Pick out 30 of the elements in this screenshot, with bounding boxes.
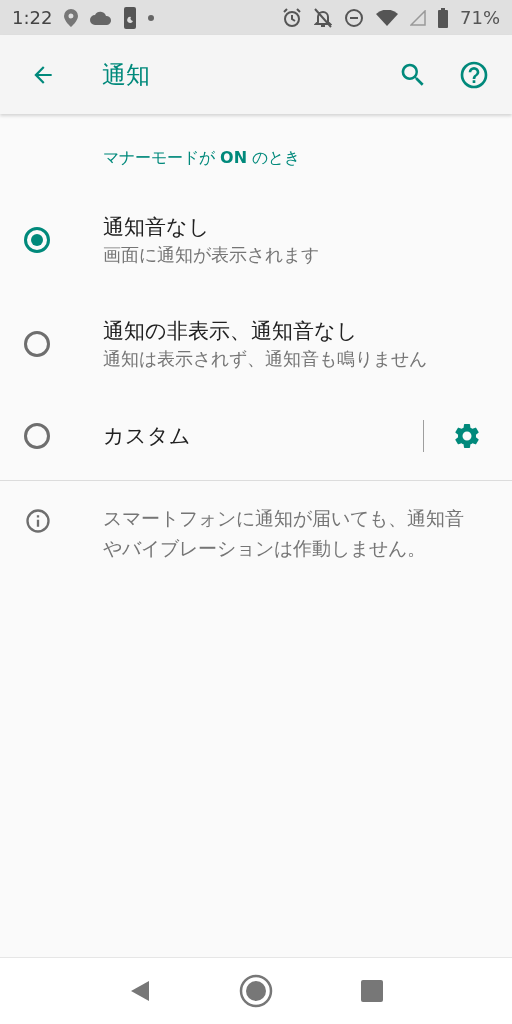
radio-option[interactable]: カスタム	[0, 396, 512, 476]
battery-percent: 71%	[460, 7, 500, 28]
alarm-icon	[282, 7, 302, 28]
home-icon[interactable]	[239, 974, 273, 1008]
section-header: マナーモードが ON のとき	[103, 148, 301, 167]
do-not-disturb-icon	[344, 7, 364, 28]
settings-icon[interactable]	[452, 421, 482, 451]
page-title: 通知	[102, 59, 151, 91]
info-text: スマートフォンに通知が届いても、通知音やバイブレーションは作動しません。	[103, 506, 465, 561]
cell-signal-icon	[410, 9, 426, 26]
radio-button[interactable]	[24, 331, 50, 357]
back-icon[interactable]	[129, 979, 151, 1003]
wifi-icon	[376, 9, 398, 26]
cloud-icon	[90, 10, 113, 25]
radio-button[interactable]	[24, 227, 50, 253]
option-subtitle: 通知は表示されず、通知音も鳴りません	[103, 347, 428, 371]
status-time: 1:22	[12, 7, 53, 28]
radio-option[interactable]: 通知音なし 画面に通知が表示されます	[0, 188, 512, 292]
info-icon	[24, 507, 52, 535]
option-subtitle: 画面に通知が表示されます	[103, 243, 320, 267]
option-title: 通知の非表示、通知音なし	[103, 318, 359, 345]
option-title: カスタム	[103, 423, 192, 450]
phone-moon-icon	[124, 6, 137, 29]
location-pin-icon	[64, 8, 79, 27]
radio-button[interactable]	[24, 423, 50, 449]
option-title: 通知音なし	[103, 214, 211, 241]
dot-icon	[148, 14, 155, 21]
bell-off-icon	[314, 7, 332, 28]
battery-icon	[438, 7, 448, 28]
radio-option[interactable]: 通知の非表示、通知音なし 通知は表示されず、通知音も鳴りません	[0, 292, 512, 396]
